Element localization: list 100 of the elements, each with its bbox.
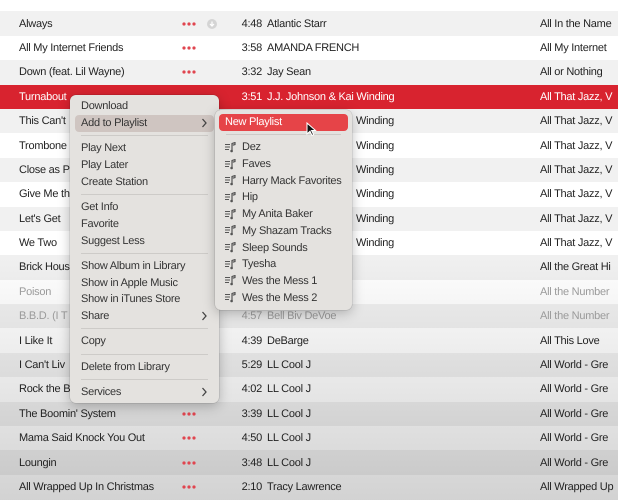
track-title: Turnabout — [19, 90, 66, 103]
more-icon[interactable] — [182, 412, 196, 416]
track-artist: Bell Biv DeVoe — [267, 310, 336, 322]
playlist-item[interactable]: Hip — [219, 189, 348, 206]
track-artist: LL Cool J — [267, 408, 311, 420]
track-artist: Winding — [356, 140, 394, 152]
track-artist: Winding — [356, 237, 394, 250]
track-title: All My Internet Friends — [19, 42, 124, 54]
menu-item[interactable]: Play Next — [75, 140, 214, 157]
track-album: All the Great Hi — [540, 261, 611, 274]
track-title: Always — [19, 18, 52, 30]
playlist-icon — [225, 242, 236, 254]
playlist-item[interactable]: Tyesha — [219, 256, 348, 273]
track-duration: 4:02 — [242, 383, 262, 396]
playlist-item[interactable]: My Shazam Tracks — [219, 222, 348, 240]
playlist-item[interactable]: Wes the Mess 2 — [219, 289, 348, 306]
menu-item[interactable]: Play Later — [75, 156, 214, 174]
track-artist: AMANDA FRENCH — [267, 42, 360, 54]
track-artist: LL Cool J — [267, 432, 311, 444]
track-duration: 3:51 — [242, 90, 262, 103]
menu-item[interactable]: Create Station — [75, 174, 214, 190]
menu-item[interactable]: Show in Apple Music — [75, 274, 214, 292]
track-album: All My Internet — [540, 42, 607, 54]
playlist-icon — [225, 275, 236, 286]
menu-item[interactable]: Share — [75, 308, 214, 325]
chevron-icon — [201, 386, 208, 397]
track-album: All Wrapped Up — [540, 481, 614, 493]
more-icon[interactable] — [182, 22, 196, 26]
playlist-icon — [225, 192, 236, 203]
track-album: All That Jazz, V — [540, 237, 612, 250]
track-title: Down (feat. Lil Wayne) — [19, 66, 124, 78]
track-duration: 4:39 — [242, 334, 262, 347]
playlist-icon — [225, 258, 236, 270]
track-duration: 5:29 — [242, 359, 262, 372]
track-title: Rock the B — [19, 383, 70, 396]
menu-item[interactable]: Services — [75, 383, 214, 400]
track-duration: 3:39 — [242, 408, 262, 420]
track-album: All World - Gre — [540, 456, 608, 469]
track-artist: Atlantic Starr — [267, 18, 326, 30]
more-icon[interactable] — [182, 46, 196, 50]
playlist-item[interactable]: Dez — [219, 139, 348, 156]
track-title: All Wrapped Up In Christmas — [19, 481, 154, 493]
track-artist: Winding — [356, 212, 394, 225]
more-icon[interactable] — [182, 436, 196, 440]
menu-item[interactable]: Show in iTunes Store — [75, 291, 214, 308]
more-icon[interactable] — [182, 70, 196, 74]
track-title: The Boomin' System — [19, 408, 116, 420]
track-album: All That Jazz, V — [540, 188, 612, 200]
track-title: I Like It — [19, 334, 52, 347]
chevron-icon — [201, 311, 208, 322]
track-artist: LL Cool J — [267, 456, 311, 469]
playlist-icon — [225, 208, 236, 220]
track-duration: 3:58 — [242, 42, 262, 54]
track-artist: J.J. Johnson & Kai Winding — [267, 90, 394, 103]
menu-item[interactable]: New Playlist — [219, 114, 348, 131]
track-duration: 4:48 — [242, 18, 262, 30]
track-title: Mama Said Knock You Out — [19, 432, 145, 444]
track-artist: LL Cool J — [267, 383, 311, 396]
cursor-icon — [306, 122, 317, 137]
track-duration: 4:57 — [242, 310, 262, 322]
playlist-item[interactable]: Wes the Mess 1 — [219, 272, 348, 290]
track-title: We Two — [19, 237, 57, 250]
playlist-item[interactable]: Faves — [219, 156, 348, 172]
more-icon[interactable] — [182, 460, 196, 465]
track-title: I Can't Liv — [19, 359, 65, 372]
menu-item[interactable]: Favorite — [75, 216, 214, 232]
track-title: Close as P — [19, 164, 70, 176]
track-title: Let's Get — [19, 212, 60, 225]
track-album: All This Love — [540, 334, 600, 347]
track-artist: Winding — [356, 188, 394, 200]
playlist-icon — [225, 225, 236, 236]
track-album: All the Number — [540, 310, 610, 322]
track-album: All World - Gre — [540, 383, 608, 396]
menu-item[interactable]: Suggest Less — [75, 232, 214, 250]
playlist-icon — [225, 292, 236, 304]
playlist-item[interactable]: My Anita Baker — [219, 206, 348, 222]
track-title: B.B.D. (I T — [19, 310, 68, 322]
menu-item[interactable]: Show Album in Library — [75, 258, 214, 274]
playlist-icon — [225, 142, 236, 153]
track-duration: 3:48 — [242, 456, 262, 469]
menu-item[interactable]: Copy — [75, 333, 214, 350]
track-album: All or Nothing — [540, 66, 603, 78]
track-album: All In the Name — [540, 18, 612, 30]
track-album: All That Jazz, V — [540, 90, 612, 103]
playlist-item[interactable]: Harry Mack Favorites — [219, 172, 348, 190]
more-icon[interactable] — [182, 485, 196, 489]
playlist-item[interactable]: Sleep Sounds — [219, 239, 348, 256]
track-duration: 2:10 — [242, 481, 262, 493]
track-album: All World - Gre — [540, 432, 608, 444]
track-artist: Tracy Lawrence — [267, 481, 342, 493]
track-album: All That Jazz, V — [540, 115, 612, 128]
menu-item[interactable]: Add to Playlist — [75, 114, 214, 132]
track-duration: 4:50 — [242, 432, 262, 444]
menu-item[interactable]: Get Info — [75, 198, 214, 216]
track-album: All World - Gre — [540, 408, 608, 420]
track-title: Loungin — [19, 456, 56, 469]
menu-item[interactable]: Delete from Library — [75, 358, 214, 376]
playlist-icon — [225, 175, 236, 186]
track-duration: 3:32 — [242, 66, 262, 78]
track-album: All World - Gre — [540, 359, 608, 372]
